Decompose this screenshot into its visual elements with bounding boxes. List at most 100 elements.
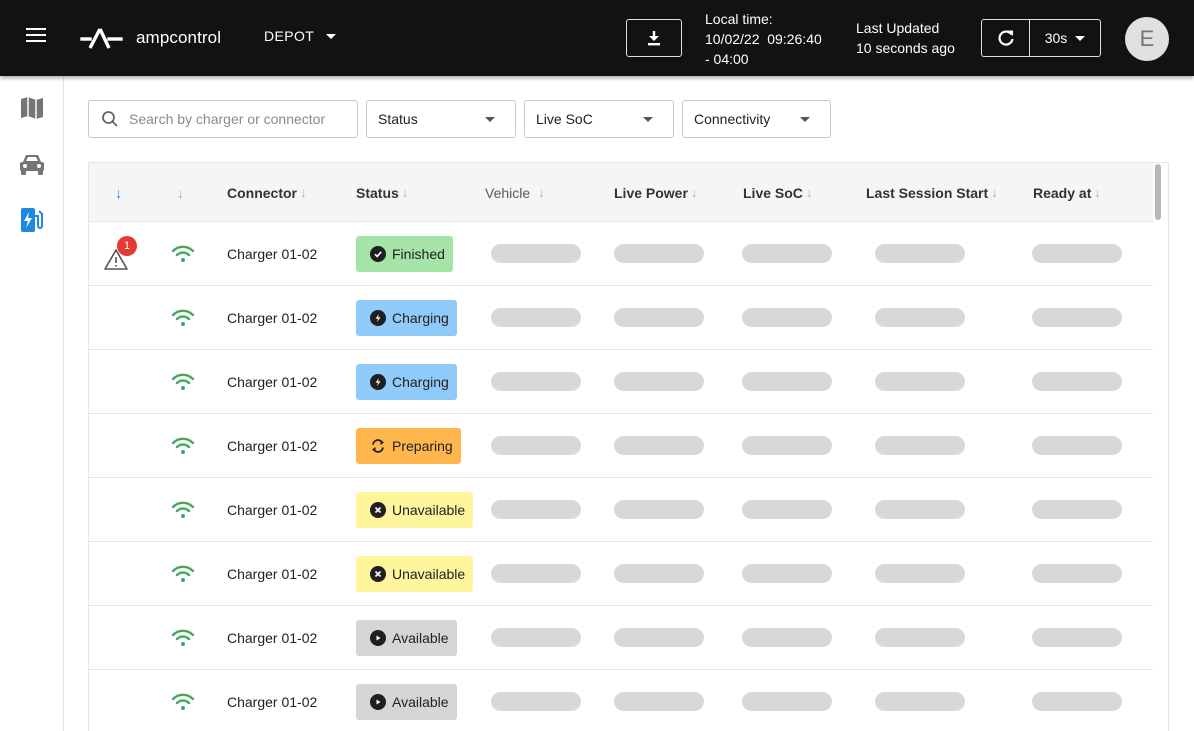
connector-cell[interactable]: Charger 01-02 bbox=[227, 478, 317, 541]
loading-placeholder bbox=[742, 436, 832, 455]
caret-down-icon bbox=[326, 33, 337, 39]
alert-indicator[interactable]: 1 bbox=[103, 235, 137, 270]
loading-placeholder bbox=[742, 244, 832, 263]
connector-cell[interactable]: Charger 01-02 bbox=[227, 350, 317, 413]
column-header-ready-at[interactable]: Ready at ↓ bbox=[1033, 163, 1101, 222]
table-row[interactable]: 1 Charger 01-02 Finished bbox=[89, 222, 1153, 286]
last-updated-label: Last Updated bbox=[856, 20, 940, 36]
map-icon bbox=[21, 97, 43, 119]
connector-cell[interactable]: Charger 01-02 bbox=[227, 414, 317, 477]
live-soc-cell bbox=[742, 350, 832, 413]
live-power-cell bbox=[614, 286, 704, 349]
search-input[interactable] bbox=[129, 111, 349, 127]
status-badge[interactable]: Preparing bbox=[356, 427, 461, 464]
connector-cell[interactable]: Charger 01-02 bbox=[227, 222, 317, 285]
status-cell: Available bbox=[356, 670, 457, 731]
loading-placeholder bbox=[491, 436, 581, 455]
loading-placeholder bbox=[742, 372, 832, 391]
status-badge[interactable]: Unavailable bbox=[356, 491, 474, 528]
loading-placeholder bbox=[491, 372, 581, 391]
status-badge[interactable]: Finished bbox=[356, 235, 453, 272]
status-badge[interactable]: Unavailable bbox=[356, 555, 474, 592]
local-time-offset: - 04:00 bbox=[705, 51, 749, 67]
column-header-live-soc[interactable]: Live SoC ↓ bbox=[743, 163, 812, 222]
vehicle-cell bbox=[491, 286, 581, 349]
sidebar-item-map[interactable] bbox=[18, 94, 46, 122]
loading-placeholder bbox=[742, 628, 832, 647]
connectivity-cell bbox=[171, 350, 195, 413]
loading-placeholder bbox=[614, 500, 704, 519]
loading-placeholder bbox=[1032, 692, 1122, 711]
sort-connectivity-button[interactable]: ↓ bbox=[177, 163, 184, 222]
loading-placeholder bbox=[875, 308, 965, 327]
search-field[interactable] bbox=[88, 100, 358, 138]
table-row[interactable]: Charger 01-02 Unavailable bbox=[89, 542, 1153, 606]
menu-icon[interactable] bbox=[26, 28, 46, 48]
status-badge[interactable]: Charging bbox=[356, 299, 457, 336]
status-badge[interactable]: Available bbox=[356, 683, 457, 720]
depot-selector[interactable]: DEPOT bbox=[264, 28, 337, 44]
ampcontrol-logo[interactable]: ampcontrol bbox=[80, 24, 221, 52]
wifi-icon bbox=[171, 629, 195, 646]
sidebar-item-vehicles[interactable] bbox=[18, 150, 46, 178]
loading-placeholder bbox=[875, 692, 965, 711]
ready-at-cell bbox=[1032, 414, 1122, 477]
caret-down-icon bbox=[485, 116, 495, 122]
last-updated: Last Updated 10 seconds ago bbox=[856, 18, 955, 58]
connector-cell[interactable]: Charger 01-02 bbox=[227, 542, 317, 605]
table-row[interactable]: Charger 01-02 Charging bbox=[89, 350, 1153, 414]
loading-placeholder bbox=[742, 564, 832, 583]
status-label: Charging bbox=[392, 373, 449, 390]
last-updated-value: 10 seconds ago bbox=[856, 40, 955, 56]
status-filter[interactable]: Status bbox=[366, 100, 516, 138]
table-row[interactable]: Charger 01-02 Available bbox=[89, 670, 1153, 731]
connector-cell[interactable]: Charger 01-02 bbox=[227, 670, 317, 731]
connector-cell[interactable]: Charger 01-02 bbox=[227, 286, 317, 349]
sync-icon bbox=[370, 438, 386, 454]
column-header-live-power[interactable]: Live Power ↓ bbox=[614, 163, 697, 222]
table-row[interactable]: Charger 01-02 Available bbox=[89, 606, 1153, 670]
download-button[interactable] bbox=[626, 19, 682, 57]
loading-placeholder bbox=[1032, 244, 1122, 263]
refresh-interval-value: 30s bbox=[1044, 30, 1068, 46]
table-scrollbar[interactable] bbox=[1155, 164, 1161, 220]
sidebar-item-chargers[interactable] bbox=[18, 206, 46, 234]
loading-placeholder bbox=[742, 692, 832, 711]
loading-placeholder bbox=[614, 692, 704, 711]
table-header: ↓ ↓ Connector ↓ Status ↓ Vehicle ↓ Live Pow… bbox=[89, 163, 1153, 222]
user-avatar[interactable]: E bbox=[1125, 17, 1169, 61]
status-label: Finished bbox=[392, 245, 445, 262]
table-row[interactable]: Charger 01-02 Unavailable bbox=[89, 478, 1153, 542]
refresh-button[interactable] bbox=[982, 20, 1030, 56]
status-label: Available bbox=[392, 629, 449, 646]
refresh-interval-select[interactable]: 30s bbox=[1030, 20, 1100, 56]
live-soc-filter[interactable]: Live SoC bbox=[524, 100, 674, 138]
status-badge[interactable]: Available bbox=[356, 619, 457, 656]
column-header-last-session-start[interactable]: Last Session Start ↓ bbox=[866, 163, 998, 222]
column-header-vehicle[interactable]: Vehicle ↓ bbox=[485, 163, 545, 222]
refresh-control: 30s bbox=[981, 19, 1101, 57]
vehicle-cell bbox=[491, 222, 581, 285]
local-time-label: Local time: bbox=[705, 11, 773, 27]
column-header-connector[interactable]: Connector ↓ bbox=[227, 163, 307, 222]
bolt-circle-icon bbox=[370, 373, 386, 390]
alert-count-badge: 1 bbox=[117, 235, 137, 256]
table-row[interactable]: Charger 01-02 Charging bbox=[89, 286, 1153, 350]
loading-placeholder bbox=[875, 564, 965, 583]
connectivity-filter[interactable]: Connectivity bbox=[682, 100, 831, 138]
ampcontrol-logo-mark bbox=[80, 28, 123, 49]
loading-placeholder bbox=[1032, 372, 1122, 391]
wifi-icon bbox=[171, 245, 195, 262]
connector-cell[interactable]: Charger 01-02 bbox=[227, 606, 317, 669]
live-power-cell bbox=[614, 478, 704, 541]
loading-placeholder bbox=[875, 628, 965, 647]
status-badge[interactable]: Charging bbox=[356, 363, 457, 400]
column-header-status[interactable]: Status ↓ bbox=[356, 163, 408, 222]
arrow-down-icon: ↓ bbox=[991, 185, 998, 200]
loading-placeholder bbox=[491, 564, 581, 583]
top-app-bar: ampcontrol DEPOT Local time: 10/02/22 09… bbox=[0, 0, 1194, 76]
arrow-down-icon: ↓ bbox=[401, 185, 409, 200]
table-row[interactable]: Charger 01-02 Preparing bbox=[89, 414, 1153, 478]
arrow-down-icon: ↓ bbox=[805, 185, 813, 200]
sort-alerts-button[interactable]: ↓ bbox=[115, 163, 122, 222]
